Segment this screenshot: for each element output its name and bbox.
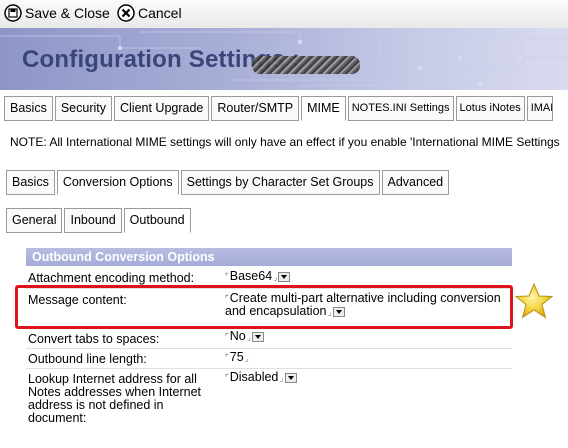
redacted-server-name (252, 56, 360, 74)
lookup-address-value: Disabled (229, 370, 279, 384)
dropdown-arrow-icon[interactable] (278, 271, 291, 282)
attachment-encoding-value: Base64 (229, 269, 273, 283)
field-start-marker: ⌜ (225, 353, 229, 362)
main-tab-bar: Basics Security Client Upgrade Router/SM… (4, 96, 555, 121)
action-toolbar: Save & Close Cancel (0, 0, 568, 29)
header-banner: Configuration Settings : (0, 28, 568, 90)
lookup-address-field[interactable]: ⌜Disabled⌟ (225, 371, 297, 385)
highlight-box (15, 285, 513, 329)
tab-router-smtp[interactable]: Router/SMTP (211, 96, 300, 121)
save-close-button[interactable]: Save & Close (4, 2, 110, 24)
tab-conversion-options[interactable]: Conversion Options (56, 170, 179, 195)
tab-security[interactable]: Security (54, 96, 112, 121)
field-end-marker: ⌟ (244, 353, 249, 363)
convert-tabs-field[interactable]: ⌜No⌟ (225, 330, 264, 344)
section-header: Outbound Conversion Options (26, 248, 512, 266)
row-divider (26, 368, 512, 369)
cancel-button[interactable]: Cancel (117, 2, 182, 24)
tab-basics[interactable]: Basics (4, 96, 53, 121)
outbound-conversion-panel: Outbound Conversion Options (26, 248, 512, 266)
attachment-encoding-label: Attachment encoding method: (28, 271, 195, 285)
international-mime-note: NOTE: All International MIME settings wi… (10, 135, 560, 149)
field-start-marker: ⌜ (225, 272, 229, 281)
tab-client-upgrade[interactable]: Client Upgrade (113, 96, 210, 121)
outbound-line-length-value: 75 (229, 350, 244, 364)
convert-tabs-label: Convert tabs to spaces: (28, 332, 160, 346)
tab-lotus-inotes[interactable]: Lotus iNotes (455, 96, 525, 121)
attachment-encoding-field[interactable]: ⌜Base64⌟ (225, 269, 291, 284)
field-end-marker: ⌟ (279, 373, 284, 383)
tab-general[interactable]: General (6, 208, 63, 233)
tab-advanced[interactable]: Advanced (381, 170, 450, 195)
tab-mime-basics[interactable]: Basics (6, 170, 55, 195)
field-end-marker: ⌟ (273, 272, 278, 282)
tab-imap[interactable]: IMAP (526, 96, 553, 121)
field-end-marker: ⌟ (246, 332, 251, 342)
lookup-label-line4: document: (28, 411, 87, 425)
tab-character-set-groups[interactable]: Settings by Character Set Groups (180, 170, 380, 195)
field-start-marker: ⌜ (225, 332, 229, 341)
row-divider (26, 348, 512, 349)
dropdown-arrow-icon[interactable] (251, 331, 264, 342)
star-icon (515, 283, 553, 319)
convert-tabs-value: No (229, 329, 246, 343)
save-disk-icon (4, 4, 22, 22)
tab-notes-ini[interactable]: NOTES.INI Settings (347, 96, 454, 121)
cancel-label: Cancel (138, 5, 182, 21)
tab-outbound[interactable]: Outbound (123, 208, 191, 233)
dropdown-arrow-icon[interactable] (284, 372, 297, 383)
outbound-line-length-label: Outbound line length: (28, 352, 147, 366)
tab-mime[interactable]: MIME (301, 96, 346, 121)
mime-tab-bar: Basics Conversion Options Settings by Ch… (6, 170, 451, 195)
save-close-label: Save & Close (25, 5, 110, 21)
cancel-x-icon (117, 4, 135, 22)
outbound-line-length-field[interactable]: ⌜75⌟ (225, 351, 250, 365)
lookup-address-label: Lookup Internet address for all Notes ad… (28, 373, 201, 425)
field-start-marker: ⌜ (225, 373, 229, 382)
tab-inbound[interactable]: Inbound (64, 208, 122, 233)
conversion-tab-bar: General Inbound Outbound (6, 208, 193, 233)
